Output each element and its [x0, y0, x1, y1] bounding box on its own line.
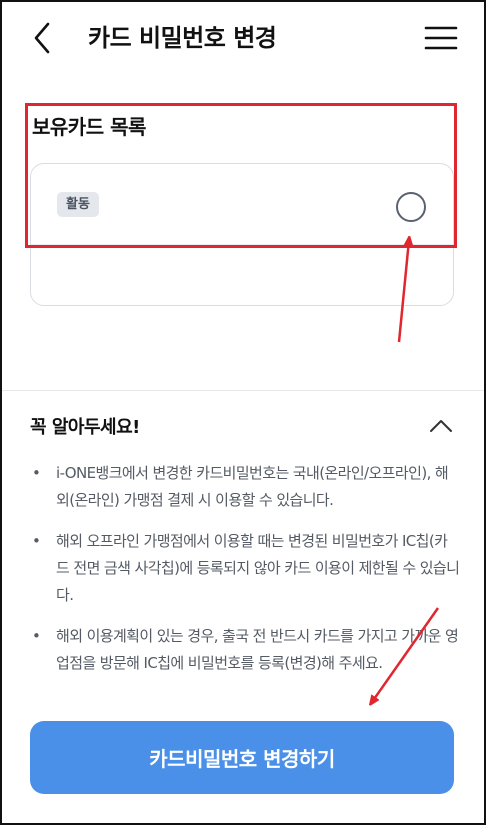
notice-item: • i-ONE뱅크에서 변경한 카드비밀번호는 국내(온라인/오프라인), 해외… [30, 460, 460, 514]
notice-item: • 해외 이용계획이 있는 경우, 출국 전 반드시 카드를 가지고 가까운 영… [30, 623, 460, 677]
section-divider [0, 390, 486, 391]
card-item[interactable]: 활동 [30, 163, 454, 306]
notice-toggle[interactable] [428, 416, 454, 436]
notice-item-text: 해외 이용계획이 있는 경우, 출국 전 반드시 카드를 가지고 가까운 영업점… [56, 627, 459, 672]
notice-list: • i-ONE뱅크에서 변경한 카드비밀번호는 국내(온라인/오프라인), 해외… [30, 460, 460, 691]
notice-item-text: i-ONE뱅크에서 변경한 카드비밀번호는 국내(온라인/오프라인), 해외(온… [56, 464, 449, 509]
bullet: • [32, 532, 41, 550]
back-button[interactable] [28, 20, 56, 56]
card-divider [31, 244, 453, 245]
page-title: 카드 비밀번호 변경 [88, 24, 277, 52]
notice-title: 꼭 알아두세요! [30, 417, 140, 438]
hamburger-menu-icon [424, 26, 458, 50]
bullet: • [32, 627, 41, 645]
chevron-left-icon [34, 22, 50, 54]
bullet: • [32, 464, 41, 482]
card-list-title: 보유카드 목록 [32, 115, 146, 139]
menu-button[interactable] [424, 24, 458, 52]
card-select-radio[interactable] [396, 192, 426, 222]
notice-item: • 해외 오프라인 가맹점에서 이용할 때는 변경된 비밀번호가 IC칩(카드 … [30, 528, 460, 609]
app-header: 카드 비밀번호 변경 [0, 0, 486, 76]
status-badge: 활동 [57, 192, 99, 217]
change-card-password-button[interactable]: 카드비밀번호 변경하기 [30, 721, 454, 794]
notice-item-text: 해외 오프라인 가맹점에서 이용할 때는 변경된 비밀번호가 IC칩(카드 전면… [56, 532, 460, 604]
chevron-up-icon [430, 420, 452, 432]
